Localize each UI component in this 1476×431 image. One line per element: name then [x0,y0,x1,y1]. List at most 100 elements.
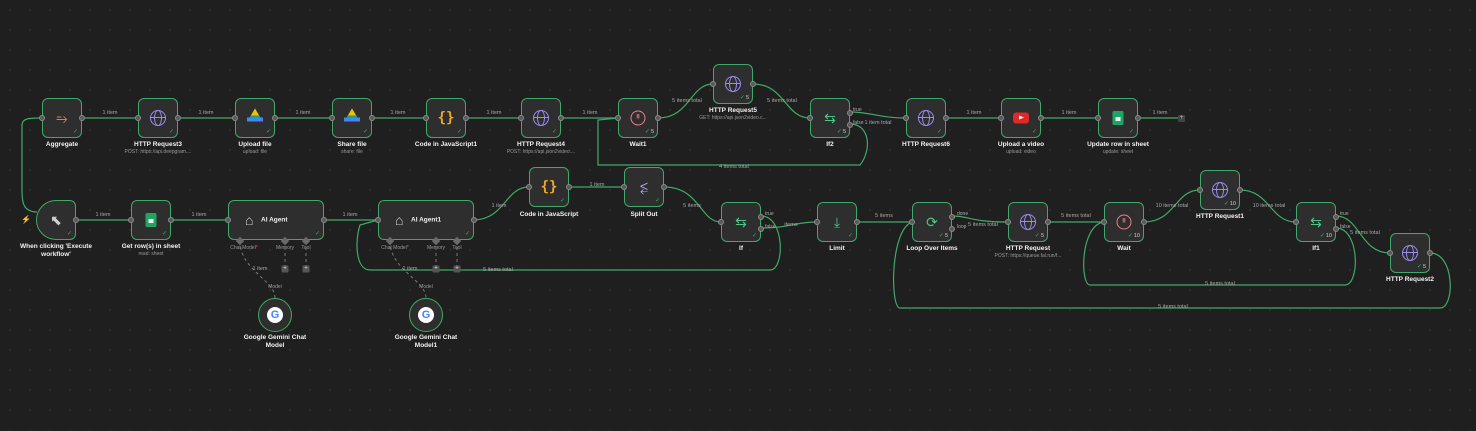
http-request4-node[interactable]: ✓ [518,98,564,138]
if1-node[interactable]: ⇆ ✓10 [1293,202,1339,242]
output-port[interactable] [1135,115,1141,121]
output-port[interactable] [1045,219,1051,225]
true-output-port[interactable] [758,214,764,220]
http-request3-node[interactable]: ✓ [135,98,181,138]
tool-port-label: Tool [301,245,311,251]
node-label: HTTP Request4 POST: https://api.json2vide… [506,141,576,155]
wait-node[interactable]: II ✓10 [1101,202,1147,242]
input-port[interactable] [1293,219,1299,225]
conn-label: 1 item [486,110,502,116]
loop-output-port[interactable] [949,226,955,232]
http-request6-node[interactable]: ✓ [903,98,949,138]
output-port[interactable] [79,115,85,121]
if2-node[interactable]: ⇆ ✓5 [807,98,853,138]
input-port[interactable] [1095,115,1101,121]
add-tool-button[interactable]: + [302,265,310,273]
run-count: 5 [1422,264,1426,270]
ai-agent1-node[interactable]: ⌂ AI Agent1 ✓ [375,200,477,240]
google-gemini-chat-model1-node[interactable]: G [409,298,443,332]
input-port[interactable] [807,115,813,121]
output-port[interactable] [661,184,667,190]
http-request2-node[interactable]: ✓5 [1387,233,1433,273]
split-out-node[interactable]: ⥶ ✓ [621,167,667,207]
false-output-port[interactable] [758,226,764,232]
output-port[interactable] [1427,250,1433,256]
loop-over-items-node[interactable]: ⟳ ✓5 [909,202,955,242]
input-port[interactable] [329,115,335,121]
add-memory-button[interactable]: + [281,265,289,273]
code-javascript1-node[interactable]: {} ✓ [423,98,469,138]
node-label: HTTP Request POST: https://queue.fal.run/… [994,245,1062,259]
update-row-node[interactable]: ✓ [1095,98,1141,138]
output-port[interactable] [750,81,756,87]
if-node[interactable]: ⇆ ✓ [718,202,764,242]
conn-label: 5 items [875,213,893,219]
true-output-port[interactable] [1333,214,1339,220]
input-port[interactable] [909,219,915,225]
output-port[interactable] [272,115,278,121]
workflow-canvas[interactable]: 1 item 1 item 1 item 1 item 1 item 1 ite… [0,0,1476,431]
input-port[interactable] [232,115,238,121]
input-port[interactable] [526,184,532,190]
done-output-port[interactable] [949,214,955,220]
get-rows-node[interactable]: ✓ [128,200,174,240]
output-port[interactable] [1237,187,1243,193]
output-port[interactable] [943,115,949,121]
limit-node[interactable]: ⤓ ✓ [814,202,860,242]
output-port[interactable] [321,217,327,223]
conn-label: 1 item [390,110,406,116]
input-port[interactable] [814,219,820,225]
output-port[interactable] [1141,219,1147,225]
input-port[interactable] [615,115,621,121]
input-port[interactable] [375,217,381,223]
add-node-button[interactable]: + [1178,115,1185,122]
output-port[interactable] [73,217,79,223]
output-port[interactable] [566,184,572,190]
memory-port-label: Memory [426,245,446,251]
conn-label: 1 item [252,266,268,272]
output-port[interactable] [168,217,174,223]
http-request5-node[interactable]: ✓5 [710,64,756,104]
add-memory-button[interactable]: + [432,265,440,273]
output-port[interactable] [369,115,375,121]
node-label: Google Gemini Chat Model [243,334,307,349]
output-port[interactable] [1038,115,1044,121]
input-port[interactable] [518,115,524,121]
input-port[interactable] [128,217,134,223]
output-port[interactable] [854,219,860,225]
aggregate-node[interactable]: ⥱ ✓ [39,98,85,138]
input-port[interactable] [718,219,724,225]
input-port[interactable] [1101,219,1107,225]
success-check-icon: ✓ [836,129,842,135]
input-port[interactable] [998,115,1004,121]
output-port[interactable] [558,115,564,121]
input-port[interactable] [135,115,141,121]
input-port[interactable] [621,184,627,190]
input-port[interactable] [423,115,429,121]
conn-label: 1 item [198,110,214,116]
upload-video-node[interactable]: ✓ [998,98,1044,138]
node-label: Code in JavaScript [519,211,579,218]
input-port[interactable] [225,217,231,223]
upload-file-node[interactable]: ✓ [232,98,278,138]
code-javascript-node[interactable]: {} ✓ [526,167,572,207]
output-port[interactable] [175,115,181,121]
input-port[interactable] [1197,187,1203,193]
add-tool-button[interactable]: + [453,265,461,273]
ai-agent-node[interactable]: ⌂ AI Agent ✓ [225,200,327,240]
false-output-port[interactable] [1333,226,1339,232]
wait1-node[interactable]: II ✓5 [615,98,661,138]
output-port[interactable] [655,115,661,121]
input-port[interactable] [39,115,45,121]
http-request-node[interactable]: ✓5 [1005,202,1051,242]
manual-trigger-node[interactable]: ⬉ ✓ [36,200,79,240]
output-port[interactable] [471,217,477,223]
google-gemini-chat-model-node[interactable]: G [258,298,292,332]
input-port[interactable] [903,115,909,121]
http-request1-node[interactable]: ✓10 [1197,170,1243,210]
input-port[interactable] [1387,250,1393,256]
share-file-node[interactable]: ✓ [329,98,375,138]
input-port[interactable] [1005,219,1011,225]
output-port[interactable] [463,115,469,121]
input-port[interactable] [710,81,716,87]
